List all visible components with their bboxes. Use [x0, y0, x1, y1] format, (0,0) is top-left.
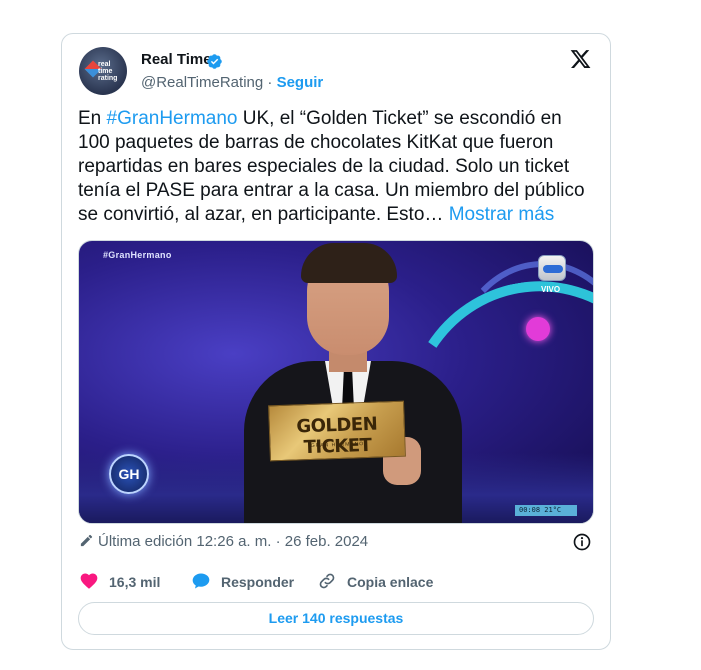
reply-button[interactable]: Responder [191, 571, 294, 591]
stage-light [526, 317, 550, 341]
like-button[interactable]: 16,3 mil [79, 571, 160, 591]
ticket-title: GOLDEN TICKET [296, 413, 378, 459]
channel-logo-icon [538, 255, 566, 281]
copy-link-label: Copia enlace [347, 574, 434, 590]
verified-badge-icon [207, 54, 222, 69]
reply-label: Responder [221, 574, 295, 590]
show-more-link[interactable]: Mostrar más [449, 204, 555, 225]
tweet-media-image[interactable]: #GranHermano VIVO GOLDEN TICKET GRAN HER… [78, 240, 594, 524]
tweet-card: real time rating Real Time @RealTimeRating… [61, 33, 611, 650]
heart-icon [80, 573, 98, 589]
clock-temperature: 00:08 21°C [515, 505, 577, 516]
hashtag-link[interactable]: #GranHermano [107, 108, 238, 129]
tweet-text: En #GranHermano UK, el “Golden Ticket” s… [78, 107, 598, 227]
read-replies-button[interactable]: Leer 140 respuestas [78, 602, 594, 635]
tweet-text-prefix: En [78, 108, 107, 129]
media-hashtag-overlay: #GranHermano [103, 250, 172, 260]
display-name[interactable]: Real Time [141, 51, 212, 68]
info-icon[interactable] [572, 532, 592, 552]
handle-row: @RealTimeRating · Seguir [141, 74, 323, 91]
avatar-logo-text: real time rating [98, 61, 118, 82]
like-count: 16,3 mil [109, 574, 161, 590]
live-label: VIVO [541, 285, 561, 294]
avatar[interactable]: real time rating [79, 47, 127, 95]
separator: · [267, 74, 273, 91]
reply-bubble-icon [192, 573, 210, 589]
action-bar: 16,3 mil Responder Copia enlace [79, 571, 599, 593]
edited-timestamp: Última edición 12:26 a. m. · 26 feb. 202… [98, 533, 369, 550]
gh-logo: GH [109, 454, 149, 494]
handle[interactable]: @RealTimeRating [141, 74, 263, 91]
copy-link-button[interactable]: Copia enlace [317, 571, 433, 591]
pencil-icon [80, 534, 93, 547]
edit-info[interactable]: Última edición 12:26 a. m. · 26 feb. 202… [79, 533, 368, 550]
link-icon [319, 573, 335, 589]
x-logo-icon[interactable] [569, 48, 592, 70]
golden-ticket: GOLDEN TICKET GRAN HERMANO [268, 400, 406, 462]
follow-button[interactable]: Seguir [277, 74, 324, 91]
